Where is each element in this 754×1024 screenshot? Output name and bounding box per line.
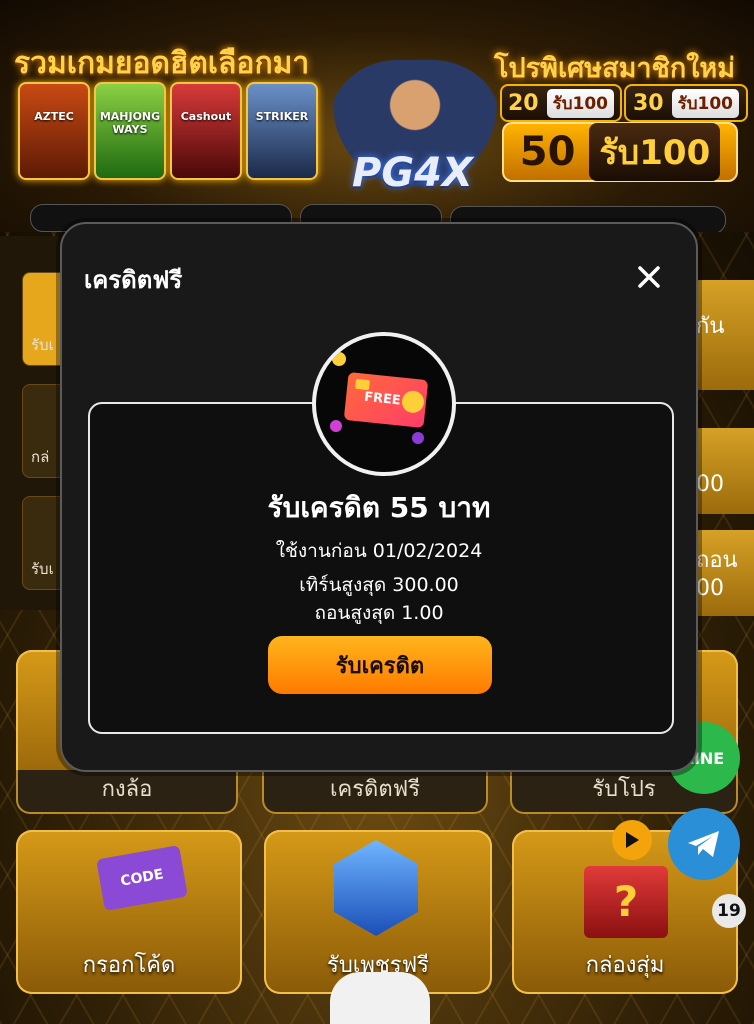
free-credit-card-icon: FREE [312,332,456,476]
claim-credit-button[interactable]: รับเครดิต [268,636,492,694]
game-thumb-title: AZTEC [34,110,74,123]
right-card-1[interactable]: กัน [690,280,754,390]
right-card-label: ถอน [696,548,738,573]
game-thumb-cashout[interactable]: Cashout [170,82,242,180]
notification-badge[interactable]: 19 [712,894,746,928]
tile-label: กล่องสุ่ม [585,953,665,978]
game-thumb-mahjong[interactable]: MAHJONG WAYS [94,82,166,180]
promo-amount: 50 [519,129,576,175]
coin-icon [400,389,426,414]
play-icon [626,832,639,848]
game-thumb-title: Cashout [180,110,232,123]
game-thumb-title: MAHJONG WAYS [99,110,161,136]
diamond-icon [334,840,418,936]
right-card-label: 00 [696,472,724,497]
credit-card-graphic: FREE [343,371,429,429]
game-controller-icon[interactable] [330,972,430,1024]
game-thumb-aztec[interactable]: AZTEC [18,82,90,180]
banner-headline-games: รวมเกมยอดฮิตเลือกมา [14,46,310,81]
emoji-sticker-icon [332,352,346,366]
promo-amount: 20 [507,90,539,116]
code-ticket-icon: CODE [96,845,188,911]
right-card-label: 00 [696,576,724,601]
tile-enter-code[interactable]: CODE กรอกโค้ด [16,830,242,994]
promo-50-badge: 50 รับ100 [502,122,738,182]
side-tab-label: รับเ [31,560,54,578]
max-turnover-text: เทิร์นสูงสุด 300.00 [299,574,459,596]
tile-wheel-label: กงล้อ [16,770,238,814]
max-withdraw-text: ถอนสูงสุด 1.00 [314,602,444,624]
mystery-box-icon: ? [584,866,668,938]
ball-decoration-icon [330,420,342,432]
card-chip-icon [355,378,370,391]
card-free-text: FREE [363,389,402,409]
close-icon [638,266,660,288]
free-credit-modal: เครดิตฟรี FREE รับเครดิต 55 บาท ใช้งานก่… [60,222,698,772]
promo-20-badge: 20 รับ100 [500,84,622,122]
tile-label: กรอกโค้ด [82,953,176,978]
telegram-icon [688,831,719,857]
tile-free-diamond[interactable]: รับเพชรฟรี [264,830,492,994]
telegram-button[interactable] [668,808,740,880]
modal-title: เครดิตฟรี [84,266,183,294]
side-tab-label: รับเ [31,336,54,354]
banner-headline-promo: โปรพิเศษสมาชิกใหม่ [494,53,735,84]
promo-tag: รับ100 [589,123,721,181]
tile-free-credit-label: เครดิตฟรี [262,770,488,814]
valid-before-text: ใช้งานก่อน 01/02/2024 [275,540,483,562]
pg4x-logo: PG4X [352,150,473,196]
promo-tag: รับ100 [546,88,615,118]
play-video-button[interactable] [612,820,652,860]
right-card-3[interactable]: ถอน 00 [690,530,754,616]
game-thumb-striker[interactable]: STRIKER [246,82,318,180]
side-tab-label: กล่ [31,448,50,466]
promo-amount: 30 [632,90,664,116]
game-thumb-title: STRIKER [255,110,309,123]
promo-tag: รับ100 [671,88,740,118]
close-button[interactable] [632,260,666,294]
credit-amount-text: รับเครดิต 55 บาท [267,491,491,524]
right-card-2[interactable]: 00 [690,428,754,514]
promo-30-badge: 30 รับ100 [624,84,748,122]
ball-decoration-icon [412,432,424,444]
promo-banner[interactable]: รวมเกมยอดฮิตเลือกมา โปรพิเศษสมาชิกใหม่ A… [0,0,754,232]
right-card-label: กัน [696,314,725,339]
